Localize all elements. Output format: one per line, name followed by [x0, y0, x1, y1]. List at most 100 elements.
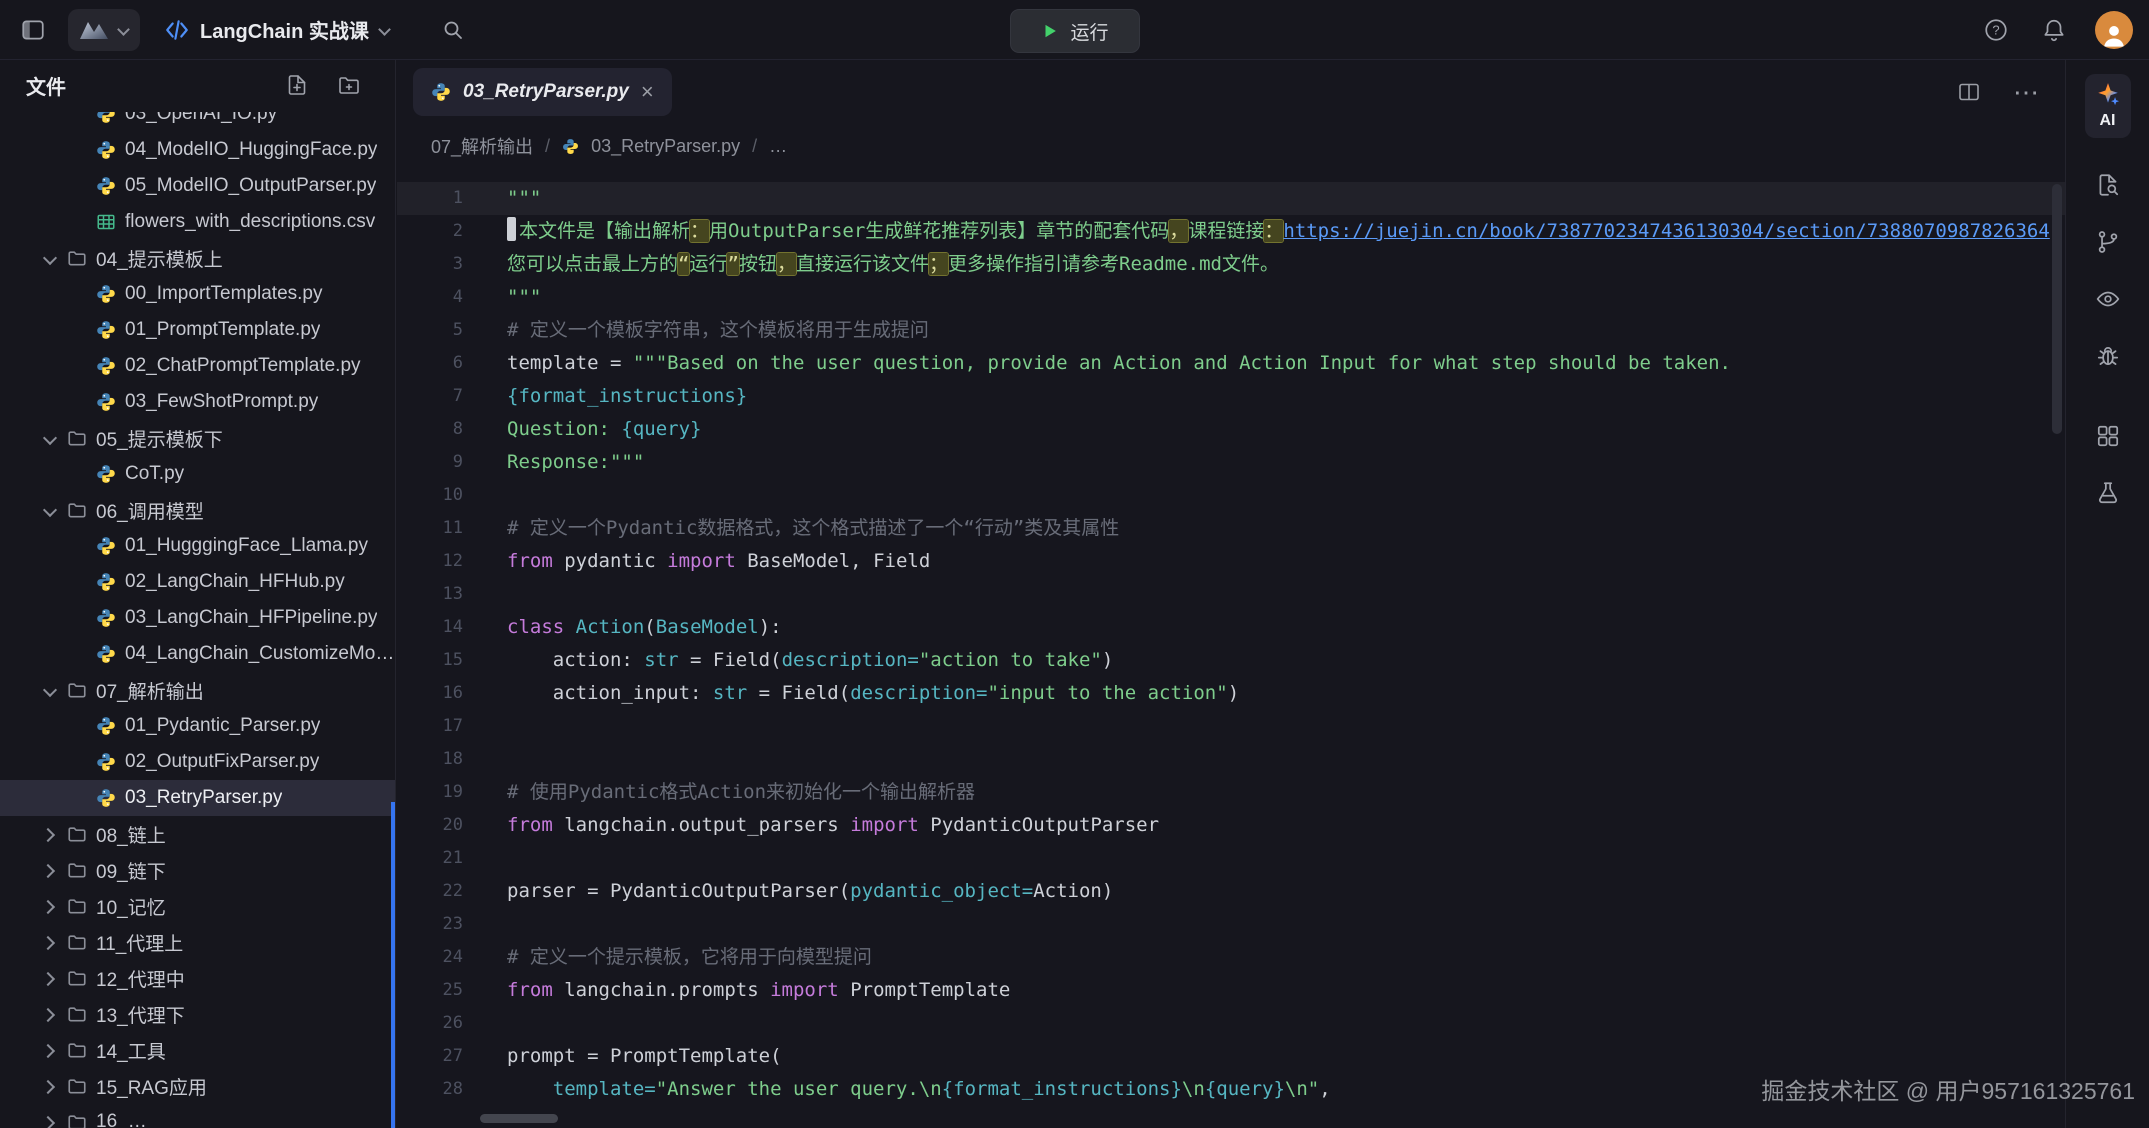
ai-sparkle-icon: [2095, 82, 2121, 108]
tree-file[interactable]: 02_OutputFixParser.py: [0, 744, 395, 780]
file-search-icon[interactable]: [2095, 172, 2121, 198]
text-cursor: [507, 217, 516, 241]
code-editor[interactable]: 1"""2本文件是【输出解析：用OutputParser生成鲜花推荐列表】章节的…: [397, 168, 2065, 1128]
tree-folder[interactable]: 04_提示模板上: [0, 240, 395, 276]
tree-file[interactable]: 02_LangChain_HFHub.py: [0, 564, 395, 600]
tree-folder[interactable]: 12_代理中: [0, 960, 395, 996]
breadcrumb-file[interactable]: 03_RetryParser.py: [591, 136, 740, 157]
tree-folder[interactable]: 05_提示模板下: [0, 420, 395, 456]
debug-bug-icon[interactable]: [2095, 343, 2121, 369]
sidebar-toggle-icon[interactable]: [16, 13, 50, 47]
chevron-down-icon[interactable]: [40, 681, 58, 699]
chevron-right-icon[interactable]: [40, 861, 58, 879]
chevron-down-icon: [379, 24, 391, 36]
code-token: from: [507, 979, 553, 1001]
ide-logo-button[interactable]: [68, 9, 140, 51]
search-icon[interactable]: [437, 14, 469, 46]
tree-file[interactable]: 04_ModelIO_HuggingFace.py: [0, 132, 395, 168]
editor-tab[interactable]: 03_RetryParser.py ×: [413, 68, 672, 116]
split-editor-icon[interactable]: [1953, 76, 1985, 108]
code-line-content: """: [463, 182, 541, 215]
folder-icon: [67, 896, 87, 916]
line-number: 22: [397, 875, 463, 908]
right-toolbar: AI: [2065, 60, 2149, 1128]
tree-folder[interactable]: 14_工具: [0, 1032, 395, 1068]
vertical-scrollbar[interactable]: [2052, 184, 2062, 434]
new-folder-icon[interactable]: [333, 69, 365, 101]
tree-file[interactable]: 01_Pydantic_Parser.py: [0, 708, 395, 744]
python-file-icon: [96, 752, 116, 772]
tree-folder[interactable]: 07_解析输出: [0, 672, 395, 708]
git-branch-icon[interactable]: [2095, 229, 2121, 255]
code-token: https://juejin.cn/book/73877023474361303…: [1283, 220, 2049, 242]
code-token: ：: [690, 220, 709, 242]
horizontal-scrollbar[interactable]: [480, 1114, 558, 1123]
tree-folder[interactable]: 08_链上: [0, 816, 395, 852]
tree-folder[interactable]: 16_…: [0, 1104, 395, 1128]
review-eye-icon[interactable]: [2095, 286, 2121, 312]
tree-file[interactable]: 03_RetryParser.py: [0, 780, 395, 816]
chevron-right-icon[interactable]: [40, 969, 58, 987]
tree-file[interactable]: CoT.py: [0, 456, 395, 492]
code-line-content: # 使用Pydantic格式Action来初始化一个输出解析器: [463, 776, 975, 809]
topbar: LangChain 实战课 运行 ?: [0, 0, 2149, 60]
tree-item-label: 02_OutputFixParser.py: [125, 751, 319, 773]
folder-icon: [67, 1076, 87, 1096]
workspace-switcher[interactable]: LangChain 实战课: [164, 15, 391, 44]
sidebar-scrollbar[interactable]: [391, 802, 395, 1128]
tree-folder[interactable]: 06_调用模型: [0, 492, 395, 528]
chevron-down-icon[interactable]: [40, 501, 58, 519]
tree-folder[interactable]: 09_链下: [0, 852, 395, 888]
chevron-right-icon[interactable]: [40, 933, 58, 951]
help-icon[interactable]: ?: [1979, 13, 2013, 47]
code-token: 运行: [689, 253, 727, 275]
tree-file[interactable]: 03_LangChain_HFPipeline.py: [0, 600, 395, 636]
chevron-right-icon[interactable]: [40, 1041, 58, 1059]
line-number: 13: [397, 578, 463, 611]
python-file-icon: [96, 176, 116, 196]
tree-folder[interactable]: 11_代理上: [0, 924, 395, 960]
line-number: 21: [397, 842, 463, 875]
run-button[interactable]: 运行: [1009, 9, 1139, 53]
tree-item-label: 01_PromptTemplate.py: [125, 319, 320, 341]
chevron-down-icon[interactable]: [40, 429, 58, 447]
breadcrumb-folder[interactable]: 07_解析输出: [431, 133, 533, 159]
tree-item-label: 01_HugggingFace_Llama.py: [125, 535, 368, 557]
breadcrumb-more[interactable]: …: [769, 136, 787, 157]
tree-file[interactable]: 04_LangChain_CustomizeMod...: [0, 636, 395, 672]
more-options-icon[interactable]: ⋯: [2013, 77, 2041, 108]
code-line-content: 您可以点击最上方的“运行”按钮，直接运行该文件；更多操作指引请参考Readme.…: [463, 248, 1279, 281]
tree-folder[interactable]: 10_记忆: [0, 888, 395, 924]
tree-file[interactable]: 01_HugggingFace_Llama.py: [0, 528, 395, 564]
test-flask-icon[interactable]: [2095, 480, 2121, 506]
tree-file[interactable]: 00_ImportTemplates.py: [0, 276, 395, 312]
new-file-icon[interactable]: [281, 69, 313, 101]
tree-folder[interactable]: 15_RAG应用: [0, 1068, 395, 1104]
close-tab-icon[interactable]: ×: [641, 81, 654, 103]
code-token: action:: [507, 649, 644, 671]
chevron-right-icon[interactable]: [40, 1077, 58, 1095]
line-number: 9: [397, 446, 463, 479]
tree-file[interactable]: 02_ChatPromptTemplate.py: [0, 348, 395, 384]
tree-file[interactable]: 03_FewShotPrompt.py: [0, 384, 395, 420]
tree-file[interactable]: 03_OpenAI_IO.py: [0, 112, 395, 132]
chevron-right-icon[interactable]: [40, 825, 58, 843]
tree-folder[interactable]: 13_代理下: [0, 996, 395, 1032]
chevron-right-icon[interactable]: [40, 1113, 58, 1128]
notifications-bell-icon[interactable]: [2037, 13, 2071, 47]
tree-file[interactable]: flowers_with_descriptions.csv: [0, 204, 395, 240]
tree-file[interactable]: 01_PromptTemplate.py: [0, 312, 395, 348]
tree-item-label: 02_ChatPromptTemplate.py: [125, 355, 361, 377]
tree-file[interactable]: 05_ModelIO_OutputParser.py: [0, 168, 395, 204]
python-file-icon: [96, 284, 116, 304]
user-avatar[interactable]: [2095, 11, 2133, 49]
chevron-down-icon[interactable]: [40, 249, 58, 267]
line-number: 6: [397, 347, 463, 380]
run-button-label: 运行: [1070, 18, 1108, 45]
extensions-grid-icon[interactable]: [2095, 423, 2121, 449]
folder-icon: [67, 248, 87, 268]
chevron-right-icon[interactable]: [40, 897, 58, 915]
ai-assistant-button[interactable]: AI: [2085, 74, 2131, 138]
chevron-right-icon[interactable]: [40, 1005, 58, 1023]
tree-item-label: 03_LangChain_HFPipeline.py: [125, 607, 377, 629]
